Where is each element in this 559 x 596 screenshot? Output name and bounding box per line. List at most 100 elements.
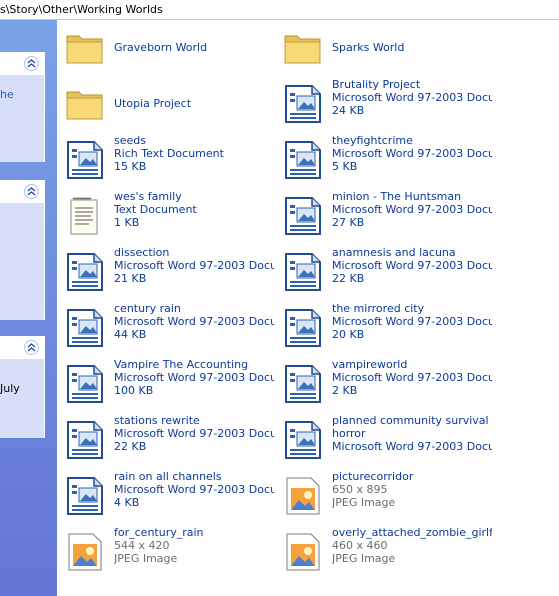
folder-item[interactable]: Graveborn World — [57, 20, 275, 76]
file-type: Microsoft Word 97-2003 Docu... — [114, 315, 274, 328]
file-item[interactable]: the mirrored city Microsoft Word 97-2003 … — [275, 300, 493, 356]
word-document-icon — [65, 476, 105, 516]
word-document-icon — [283, 420, 323, 460]
jpeg-image-icon — [65, 532, 105, 572]
task-panel-2-header[interactable] — [0, 180, 44, 203]
file-size: 22 KB — [114, 440, 147, 453]
file-details: picturecorridor 650 x 895 JPEG Image — [332, 470, 492, 509]
file-type: Microsoft Word 97-2003 Docu... — [114, 371, 274, 384]
file-type: 650 x 895 — [332, 483, 388, 496]
file-item[interactable]: planned community survival horror Microsof… — [275, 412, 493, 468]
file-details: wes's family Text Document 1 KB — [114, 190, 274, 229]
file-type: Text Document — [114, 203, 197, 216]
task-panel-1: he — [0, 52, 45, 162]
file-details: Brutality Project Microsoft Word 97-2003 … — [332, 78, 492, 117]
file-list: Graveborn World Sparks World Utopia Proj… — [57, 20, 559, 596]
file-item[interactable]: rain on all channels Microsoft Word 97-20… — [57, 468, 275, 524]
collapse-icon[interactable] — [24, 340, 39, 355]
file-size: 1 KB — [114, 216, 140, 229]
task-panel-1-link[interactable]: he — [0, 88, 14, 101]
file-size: 4 KB — [114, 496, 140, 509]
collapse-icon[interactable] — [24, 184, 39, 199]
file-type: Microsoft Word 97-2003 Docu... — [332, 147, 492, 160]
word-document-icon — [283, 308, 323, 348]
file-details: Sparks World — [332, 41, 492, 54]
file-item[interactable]: seeds Rich Text Document 15 KB — [57, 132, 275, 188]
task-panel-2 — [0, 180, 45, 320]
word-document-icon — [283, 252, 323, 292]
file-type: 460 x 460 — [332, 539, 388, 552]
file-name: minion - The Huntsman — [332, 190, 462, 203]
file-item[interactable]: for_century_rain 544 x 420 JPEG Image — [57, 524, 275, 580]
file-name: overly_attached_zombie_girlfr... — [332, 526, 492, 539]
file-type: Microsoft Word 97-2003 Docu... — [332, 91, 492, 104]
file-type: Rich Text Document — [114, 147, 224, 160]
task-panel-3: July — [0, 336, 45, 438]
task-panel-3-header[interactable] — [0, 336, 44, 359]
word-document-icon — [283, 84, 323, 124]
file-name: Graveborn World — [114, 41, 208, 54]
file-item[interactable]: vampireworld Microsoft Word 97-2003 Docu.… — [275, 356, 493, 412]
file-item[interactable]: Vampire The Accounting Microsoft Word 97-… — [57, 356, 275, 412]
word-document-icon — [65, 252, 105, 292]
address-bar[interactable]: s\Story\Other\Working Worlds — [0, 0, 559, 20]
file-item[interactable]: wes's family Text Document 1 KB — [57, 188, 275, 244]
file-type: Microsoft Word 97-2003 Docu... — [332, 315, 492, 328]
file-name: theyfightcrime — [332, 134, 413, 147]
file-item[interactable]: anamnesis and lacuna Microsoft Word 97-20… — [275, 244, 493, 300]
file-name: century rain — [114, 302, 181, 315]
file-size: Microsoft Word 97-2003 Docu... — [332, 440, 492, 453]
file-size: 22 KB — [332, 272, 365, 285]
file-size: 100 KB — [114, 384, 154, 397]
task-panel-1-header[interactable] — [0, 52, 44, 75]
file-type: horror — [332, 427, 366, 440]
word-document-icon — [65, 420, 105, 460]
word-document-icon — [65, 364, 105, 404]
file-item[interactable]: dissection Microsoft Word 97-2003 Docu...… — [57, 244, 275, 300]
folder-item[interactable]: Utopia Project — [57, 76, 275, 132]
jpeg-image-icon — [283, 532, 323, 572]
file-item[interactable]: stations rewrite Microsoft Word 97-2003 D… — [57, 412, 275, 468]
file-size: 44 KB — [114, 328, 147, 341]
address-path: s\Story\Other\Working Worlds — [0, 3, 163, 16]
file-type: 544 x 420 — [114, 539, 170, 552]
file-details: for_century_rain 544 x 420 JPEG Image — [114, 526, 274, 565]
folder-item[interactable]: Sparks World — [275, 20, 493, 76]
file-details: Vampire The Accounting Microsoft Word 97-… — [114, 358, 274, 397]
file-item[interactable]: picturecorridor 650 x 895 JPEG Image — [275, 468, 493, 524]
file-details: anamnesis and lacuna Microsoft Word 97-20… — [332, 246, 492, 285]
file-name: seeds — [114, 134, 146, 147]
file-details: rain on all channels Microsoft Word 97-20… — [114, 470, 274, 509]
file-name: picturecorridor — [332, 470, 414, 483]
file-item[interactable]: overly_attached_zombie_girlfr... 460 x 46… — [275, 524, 493, 580]
word-document-icon — [65, 308, 105, 348]
file-type: Microsoft Word 97-2003 Docu... — [114, 427, 274, 440]
file-type: Microsoft Word 97-2003 Docu... — [332, 371, 492, 384]
file-size: 2 KB — [332, 384, 358, 397]
folder-icon — [283, 28, 323, 68]
file-name: Sparks World — [332, 41, 405, 54]
file-details: century rain Microsoft Word 97-2003 Docu.… — [114, 302, 274, 341]
file-size: 24 KB — [332, 104, 365, 117]
word-document-icon — [65, 140, 105, 180]
file-size: 21 KB — [114, 272, 147, 285]
file-name: stations rewrite — [114, 414, 200, 427]
file-name: Brutality Project — [332, 78, 421, 91]
file-name: wes's family — [114, 190, 182, 203]
file-size: 27 KB — [332, 216, 365, 229]
word-document-icon — [283, 140, 323, 180]
file-size: 15 KB — [114, 160, 147, 173]
file-item[interactable]: theyfightcrime Microsoft Word 97-2003 Doc… — [275, 132, 493, 188]
file-name: Vampire The Accounting — [114, 358, 249, 371]
file-details: vampireworld Microsoft Word 97-2003 Docu.… — [332, 358, 492, 397]
file-details: planned community survival horror Microsof… — [332, 414, 492, 453]
file-name: rain on all channels — [114, 470, 222, 483]
word-document-icon — [283, 364, 323, 404]
file-type: Microsoft Word 97-2003 Docu... — [114, 483, 274, 496]
file-item[interactable]: Brutality Project Microsoft Word 97-2003 … — [275, 76, 493, 132]
file-details: minion - The Huntsman Microsoft Word 97-2… — [332, 190, 492, 229]
text-document-icon — [65, 196, 105, 236]
file-item[interactable]: century rain Microsoft Word 97-2003 Docu.… — [57, 300, 275, 356]
collapse-icon[interactable] — [24, 56, 39, 71]
file-item[interactable]: minion - The Huntsman Microsoft Word 97-2… — [275, 188, 493, 244]
